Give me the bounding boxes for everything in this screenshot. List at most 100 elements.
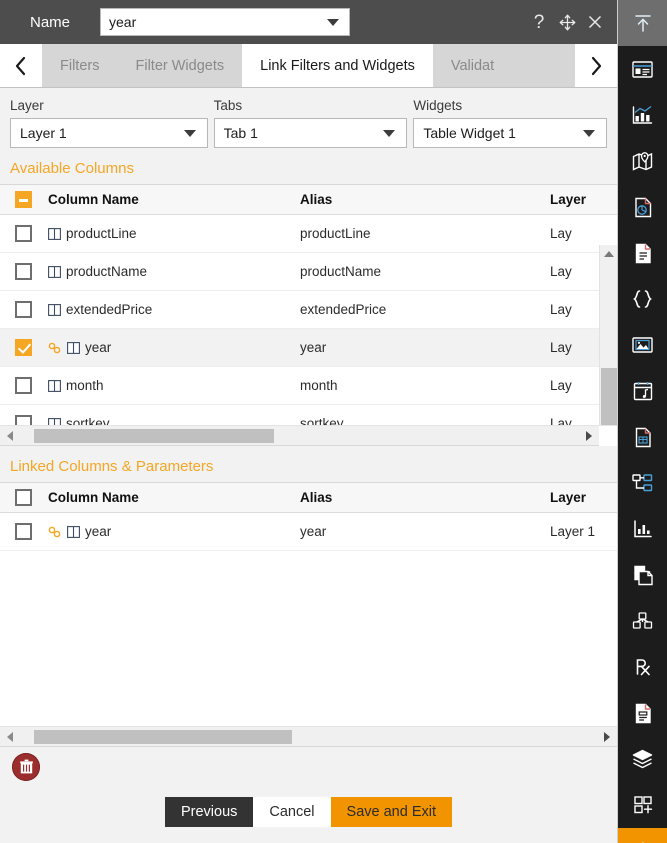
available-select-all-checkbox[interactable] xyxy=(14,191,32,208)
row-checkbox[interactable] xyxy=(14,339,32,356)
linked-columns-title: Linked Columns & Parameters xyxy=(10,458,214,475)
scroll-right-icon[interactable] xyxy=(597,731,617,742)
column-icon xyxy=(48,265,61,278)
sidebar-item-dashboard[interactable] xyxy=(618,46,667,92)
available-columns-title: Available Columns xyxy=(10,160,134,177)
sidebar-item-folder-tree[interactable] xyxy=(618,460,667,506)
sidebar-item-map[interactable] xyxy=(618,138,667,184)
column-icon xyxy=(48,379,61,392)
table-row[interactable]: productLine productLine Lay xyxy=(0,215,617,253)
chevron-down-icon[interactable] xyxy=(327,18,339,26)
scroll-left-icon[interactable] xyxy=(0,430,20,441)
name-label: Name xyxy=(29,13,70,31)
save-and-exit-button[interactable]: Save and Exit xyxy=(330,797,453,827)
row-checkbox[interactable] xyxy=(14,415,32,425)
row-checkbox[interactable] xyxy=(14,263,32,280)
tab-validation-label: Validati xyxy=(450,57,495,74)
sidebar-item-cubes[interactable] xyxy=(618,598,667,644)
row-checkbox[interactable] xyxy=(14,225,32,242)
layer-selector-group: Layer Layer 1 xyxy=(10,98,208,148)
sidebar-item-copy-page[interactable] xyxy=(618,552,667,598)
row-layer-label: Layer 1 xyxy=(550,524,596,539)
layers-icon xyxy=(632,749,653,769)
sidebar-item-analytics[interactable] xyxy=(618,92,667,138)
previous-button[interactable]: Previous xyxy=(164,797,254,827)
report-pie-doc-icon xyxy=(634,197,651,217)
right-toolbar xyxy=(618,0,667,843)
tab-filter-widgets[interactable]: Filter Widgets xyxy=(117,44,243,87)
horizontal-scroll-track[interactable] xyxy=(20,426,579,446)
row-checkbox[interactable] xyxy=(14,523,32,540)
help-icon[interactable]: ? xyxy=(525,8,553,36)
row-checkbox[interactable] xyxy=(14,301,32,318)
sidebar-item-form-document[interactable] xyxy=(618,690,667,736)
linked-columns-grid: Column Name Alias Layer year year Layer … xyxy=(0,482,617,747)
sidebar-item-calendar[interactable] xyxy=(618,368,667,414)
column-icon xyxy=(48,227,61,240)
table-row[interactable]: sortkey sortkey Lay xyxy=(0,405,617,425)
name-combobox[interactable]: year xyxy=(100,8,350,36)
tab-validation[interactable]: Validati xyxy=(432,44,495,87)
sidebar-item-upload[interactable] xyxy=(618,0,667,46)
sidebar-item-prescription[interactable] xyxy=(618,644,667,690)
prescription-rx-icon xyxy=(636,659,650,676)
sidebar-item-bar-chart[interactable] xyxy=(618,506,667,552)
image-picture-icon xyxy=(632,337,653,353)
scroll-left-icon[interactable] xyxy=(0,731,20,742)
table-row[interactable]: extendedPrice extendedPrice Lay xyxy=(0,291,617,329)
sidebar-item-document[interactable] xyxy=(618,230,667,276)
row-alias-label: year xyxy=(300,340,327,355)
chevron-down-icon[interactable] xyxy=(183,129,196,137)
linked-select-all-checkbox[interactable] xyxy=(14,489,32,506)
scroll-up-icon[interactable] xyxy=(600,245,618,262)
row-name-label: sortkey xyxy=(66,416,110,425)
layer-select[interactable]: Layer 1 xyxy=(10,118,208,148)
tab-filters[interactable]: Filters xyxy=(42,44,118,87)
available-horizontal-scrollbar[interactable] xyxy=(0,425,617,446)
scroll-right-icon[interactable] xyxy=(579,430,599,441)
sidebar-item-spreadsheet[interactable] xyxy=(618,414,667,460)
chevron-down-icon[interactable] xyxy=(383,129,396,137)
widgets-selector-group: Widgets Table Widget 1 xyxy=(413,98,608,148)
linked-header-column-name: Column Name xyxy=(48,490,139,505)
sidebar-item-add-widget[interactable] xyxy=(618,782,667,828)
table-row[interactable]: productName productName Lay xyxy=(0,253,617,291)
scrollbar-corner xyxy=(599,425,617,446)
row-name-cell: month xyxy=(46,378,300,393)
column-icon xyxy=(67,525,80,538)
calendar-note-icon xyxy=(633,381,652,400)
move-icon[interactable] xyxy=(553,8,581,36)
table-row[interactable]: year year Layer 1 xyxy=(0,513,617,551)
row-layer-label: Lay xyxy=(550,226,572,241)
chevron-down-icon[interactable] xyxy=(583,129,596,137)
row-check-cell xyxy=(0,263,46,280)
widgets-select[interactable]: Table Widget 1 xyxy=(413,118,608,148)
row-name-cell: year xyxy=(46,340,300,355)
horizontal-scroll-thumb[interactable] xyxy=(34,729,292,744)
sidebar-item-layers[interactable] xyxy=(618,736,667,782)
tab-scroll-left-icon[interactable] xyxy=(0,44,42,87)
sidebar-item-report[interactable] xyxy=(618,184,667,230)
tabs-select[interactable]: Tab 1 xyxy=(213,118,408,148)
close-icon[interactable] xyxy=(581,8,609,36)
cancel-button[interactable]: Cancel xyxy=(253,797,331,827)
available-vertical-scrollbar[interactable] xyxy=(599,245,617,425)
sidebar-item-download[interactable] xyxy=(618,828,667,843)
row-alias-label: productName xyxy=(300,264,382,279)
sidebar-item-code[interactable] xyxy=(618,276,667,322)
vertical-scroll-track[interactable] xyxy=(600,262,618,425)
dialog-body: Layer Layer 1 Tabs Tab 1 Widgets Table W… xyxy=(0,88,617,843)
tab-link-filters-and-widgets[interactable]: Link Filters and Widgets xyxy=(242,44,433,87)
row-checkbox[interactable] xyxy=(14,377,32,394)
sidebar-item-image[interactable] xyxy=(618,322,667,368)
tab-scroll-right-icon[interactable] xyxy=(575,44,617,87)
vertical-scroll-thumb[interactable] xyxy=(600,368,617,425)
delete-button[interactable] xyxy=(12,753,40,781)
cubes-stack-icon xyxy=(632,612,653,629)
table-row[interactable]: year year Lay xyxy=(0,329,617,367)
table-row[interactable]: month month Lay xyxy=(0,367,617,405)
row-alias-label: month xyxy=(300,378,338,393)
linked-horizontal-scrollbar[interactable] xyxy=(0,726,617,746)
horizontal-scroll-thumb[interactable] xyxy=(34,428,274,443)
horizontal-scroll-track[interactable] xyxy=(20,727,597,747)
